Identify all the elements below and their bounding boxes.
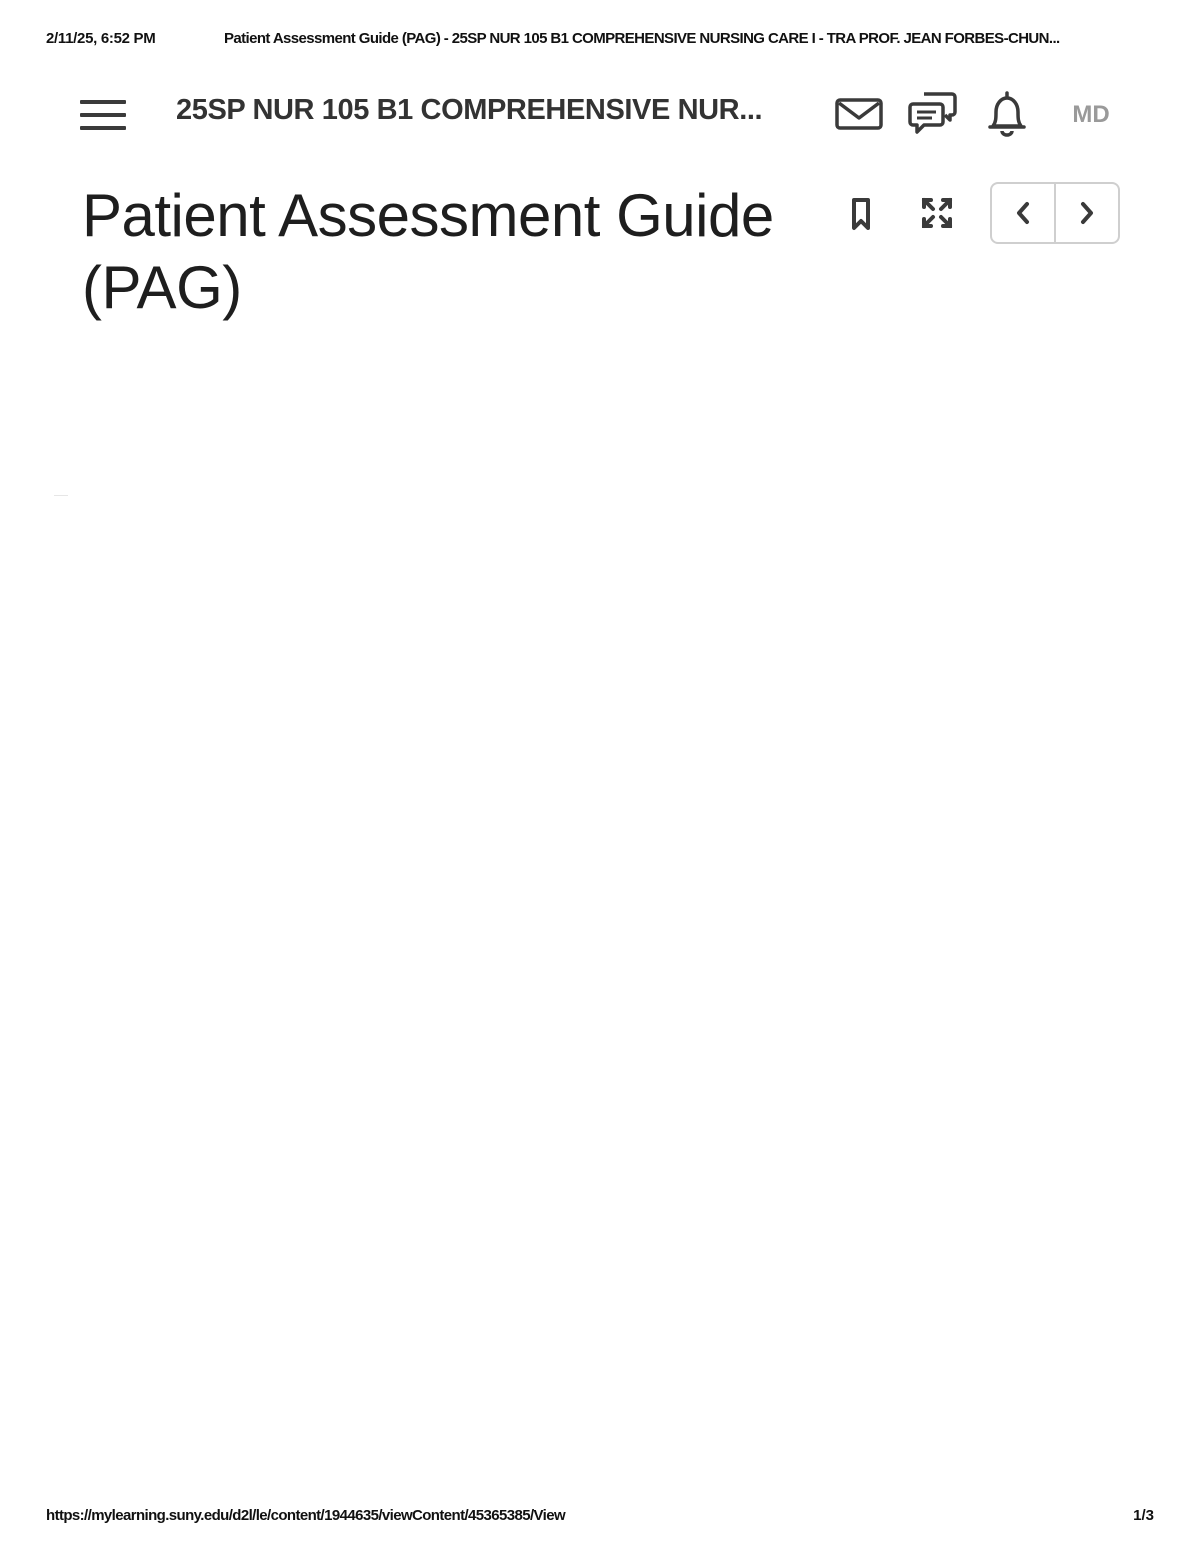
previous-page-button[interactable] bbox=[992, 184, 1054, 242]
bookmark-icon[interactable] bbox=[848, 196, 874, 232]
divider bbox=[54, 495, 68, 496]
fullscreen-icon[interactable] bbox=[920, 196, 954, 230]
print-footer: https://mylearning.suny.edu/d2l/le/conte… bbox=[46, 1507, 1154, 1529]
hamburger-menu-icon[interactable] bbox=[80, 98, 128, 132]
print-header: 2/11/25, 6:52 PM Patient Assessment Guid… bbox=[46, 30, 1154, 52]
page-title: Patient Assessment Guide (PAG) bbox=[82, 182, 774, 321]
mail-icon[interactable] bbox=[834, 90, 884, 138]
course-title[interactable]: 25SP NUR 105 B1 COMPREHENSIVE NUR... bbox=[176, 94, 776, 127]
print-page-number: 1/3 bbox=[1133, 1507, 1154, 1524]
print-page-title: Patient Assessment Guide (PAG) - 25SP NU… bbox=[224, 30, 1060, 47]
page-navigation bbox=[990, 182, 1120, 244]
user-avatar[interactable]: MD bbox=[1066, 98, 1116, 132]
chevron-right-icon bbox=[1081, 202, 1093, 224]
chevron-left-icon bbox=[1017, 202, 1029, 224]
bell-icon[interactable] bbox=[982, 90, 1032, 138]
navbar: 25SP NUR 105 B1 COMPREHENSIVE NUR... MD bbox=[78, 80, 1128, 148]
print-url: https://mylearning.suny.edu/d2l/le/conte… bbox=[46, 1507, 566, 1524]
chat-icon[interactable] bbox=[908, 90, 958, 138]
next-page-button[interactable] bbox=[1054, 184, 1118, 242]
print-date: 2/11/25, 6:52 PM bbox=[46, 30, 156, 47]
